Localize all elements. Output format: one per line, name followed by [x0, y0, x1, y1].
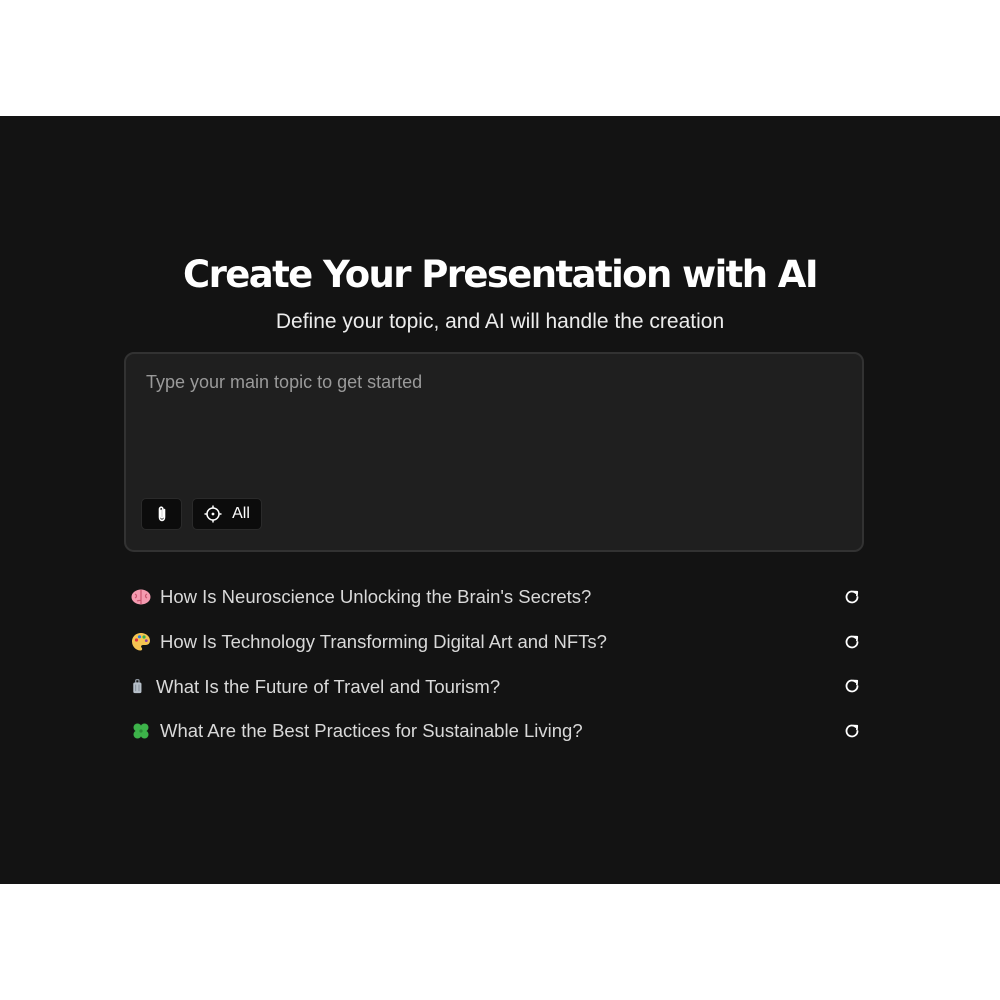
- topic-prompt-box: All: [124, 352, 864, 552]
- suggestion-item-travel[interactable]: What Is the Future of Travel and Tourism…: [130, 664, 864, 709]
- refresh-icon[interactable]: [843, 633, 861, 651]
- refresh-icon[interactable]: [843, 722, 861, 740]
- refresh-icon[interactable]: [843, 677, 861, 695]
- paperclip-icon: [158, 506, 165, 522]
- four-leaf-clover-icon: [133, 723, 149, 739]
- attach-button[interactable]: [141, 498, 182, 530]
- refresh-icon[interactable]: [843, 588, 861, 606]
- page-title: Create Your Presentation with AI: [183, 253, 819, 296]
- scope-selector-button[interactable]: All: [192, 498, 262, 530]
- suggestion-item-sustainable-living[interactable]: What Are the Best Practices for Sustaina…: [130, 709, 864, 754]
- artist-palette-icon: [132, 633, 150, 651]
- suggestion-text: How Is Technology Transforming Digital A…: [160, 631, 607, 653]
- topic-input[interactable]: [136, 366, 856, 488]
- scope-label: All: [232, 505, 250, 522]
- suggestion-text: What Are the Best Practices for Sustaina…: [160, 720, 583, 742]
- suggestion-list: How Is Neuroscience Unlocking the Brain'…: [130, 575, 864, 754]
- brain-icon: [131, 589, 151, 605]
- crosshair-icon: [204, 505, 222, 523]
- suggestion-item-neuroscience[interactable]: How Is Neuroscience Unlocking the Brain'…: [130, 575, 864, 620]
- suggestion-item-digital-art[interactable]: How Is Technology Transforming Digital A…: [130, 620, 864, 665]
- luggage-icon: [133, 678, 142, 693]
- suggestion-text: How Is Neuroscience Unlocking the Brain'…: [160, 586, 592, 608]
- page-subtitle: Define your topic, and AI will handle th…: [275, 310, 725, 333]
- suggestion-text: What Is the Future of Travel and Tourism…: [156, 675, 501, 697]
